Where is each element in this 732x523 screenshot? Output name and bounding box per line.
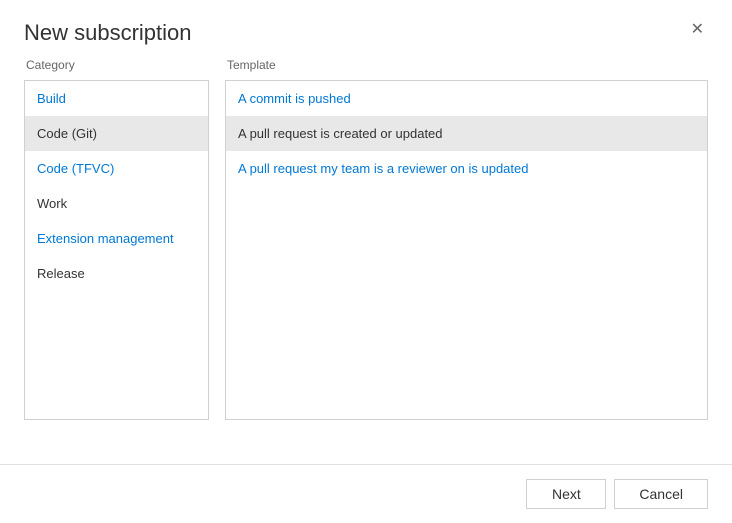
category-column: Category BuildCode (Git)Code (TFVC)WorkE… bbox=[24, 58, 209, 420]
category-item-build[interactable]: Build bbox=[25, 81, 208, 116]
dialog-title: New subscription bbox=[24, 20, 192, 46]
template-item-pull-request-reviewer[interactable]: A pull request my team is a reviewer on … bbox=[226, 151, 707, 186]
category-list: BuildCode (Git)Code (TFVC)WorkExtension … bbox=[24, 80, 209, 420]
template-header: Template bbox=[225, 58, 708, 72]
category-item-code-git[interactable]: Code (Git) bbox=[25, 116, 208, 151]
dialog-header: New subscription ✕ bbox=[0, 0, 732, 58]
category-item-work[interactable]: Work bbox=[25, 186, 208, 221]
template-item-commit-pushed[interactable]: A commit is pushed bbox=[226, 81, 707, 116]
category-item-extension-management[interactable]: Extension management bbox=[25, 221, 208, 256]
template-item-pull-request-created[interactable]: A pull request is created or updated bbox=[226, 116, 707, 151]
cancel-button[interactable]: Cancel bbox=[614, 479, 708, 509]
new-subscription-dialog: New subscription ✕ Category BuildCode (G… bbox=[0, 0, 732, 523]
next-button[interactable]: Next bbox=[526, 479, 606, 509]
dialog-footer: Next Cancel bbox=[0, 464, 732, 523]
template-list: A commit is pushedA pull request is crea… bbox=[225, 80, 708, 420]
close-button[interactable]: ✕ bbox=[687, 20, 708, 40]
columns-wrapper: Category BuildCode (Git)Code (TFVC)WorkE… bbox=[24, 58, 708, 420]
category-item-release[interactable]: Release bbox=[25, 256, 208, 291]
category-item-code-tfvc[interactable]: Code (TFVC) bbox=[25, 151, 208, 186]
category-header: Category bbox=[24, 58, 209, 72]
dialog-body: Category BuildCode (Git)Code (TFVC)WorkE… bbox=[0, 58, 732, 420]
template-column: Template A commit is pushedA pull reques… bbox=[225, 58, 708, 420]
